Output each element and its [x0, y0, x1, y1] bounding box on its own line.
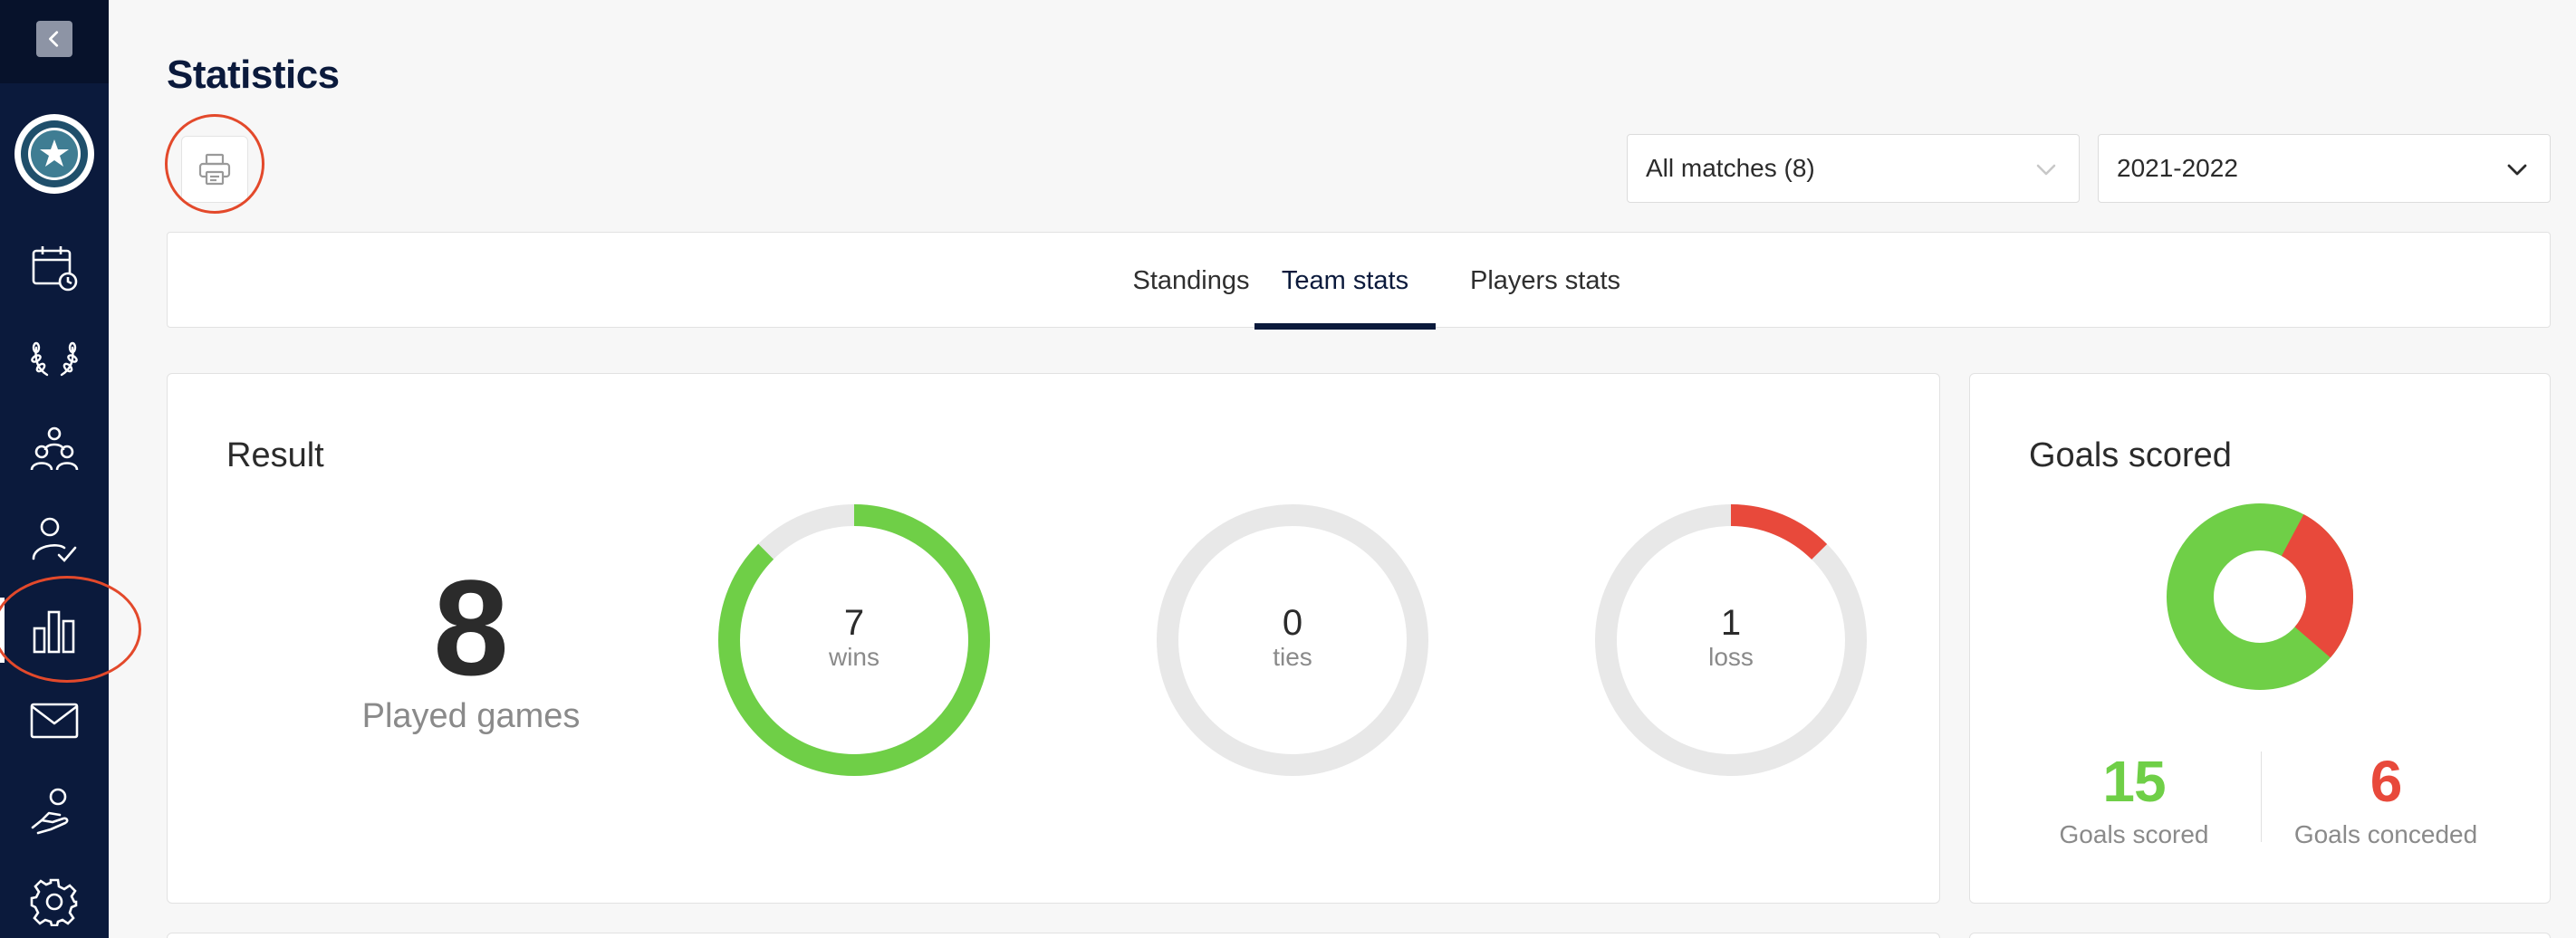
- matches-filter-value: All matches (8): [1646, 154, 1815, 182]
- ties-label: ties: [1273, 643, 1312, 671]
- next-card-stub: [1969, 933, 2551, 938]
- loss-value: 1: [1720, 603, 1742, 643]
- player-check-icon: [32, 517, 77, 562]
- sidebar-item-calendar[interactable]: [0, 228, 109, 308]
- calendar-icon: [32, 246, 78, 292]
- goals-donut-chart: [2167, 503, 2353, 690]
- laurel-icon: [31, 341, 78, 377]
- sidebar-item-statistics[interactable]: [0, 590, 109, 670]
- gear-icon: [30, 878, 78, 926]
- sidebar-item-players[interactable]: [0, 500, 109, 579]
- bar-chart-icon: [33, 610, 75, 654]
- sidebar: [0, 0, 109, 938]
- printer-icon: [198, 153, 231, 186]
- goals-conceded-stat: 6 Goals conceded: [2268, 750, 2504, 849]
- next-card-stub: [167, 933, 1940, 938]
- print-button[interactable]: [181, 136, 248, 203]
- ties-ring: 0 ties: [1154, 502, 1431, 779]
- goals-title: Goals scored: [2029, 436, 2232, 474]
- mail-icon: [30, 703, 79, 739]
- chevron-down-icon: [2507, 164, 2527, 176]
- wins-label: wins: [828, 643, 879, 671]
- team-icon: [30, 426, 79, 471]
- result-title: Result: [226, 436, 324, 474]
- wins-value: 7: [843, 603, 865, 643]
- stats-tabs: Standings Team stats Players stats: [167, 232, 2551, 330]
- season-value: 2021-2022: [2117, 154, 2238, 182]
- sidebar-item-team[interactable]: [0, 409, 109, 489]
- sidebar-item-sponsors[interactable]: [0, 771, 109, 851]
- goals-scored-value: 15: [2102, 749, 2166, 814]
- goals-divider: [2261, 751, 2262, 842]
- season-select[interactable]: 2021-2022: [2098, 134, 2551, 203]
- tab-team-stats[interactable]: Team stats: [1254, 233, 1436, 330]
- loss-ring: 1 loss: [1592, 502, 1870, 779]
- goals-conceded-label: Goals conceded: [2293, 820, 2478, 849]
- sidebar-item-settings[interactable]: [0, 862, 109, 938]
- chevron-left-icon: [49, 31, 59, 47]
- page-title: Statistics: [167, 53, 340, 97]
- collapse-sidebar-button[interactable]: [36, 21, 72, 57]
- goals-scored-stat: 15 Goals scored: [2016, 750, 2252, 849]
- ties-value: 0: [1282, 603, 1303, 643]
- goals-conceded-value: 6: [2369, 749, 2403, 814]
- matches-filter-select[interactable]: All matches (8): [1627, 134, 2080, 203]
- played-games-count: 8: [433, 551, 509, 704]
- hand-heart-icon: [31, 788, 69, 835]
- goals-scored-label: Goals scored: [2059, 820, 2209, 849]
- tab-players-stats[interactable]: Players stats: [1441, 233, 1649, 329]
- sidebar-item-messages[interactable]: [0, 681, 109, 761]
- loss-label: loss: [1708, 643, 1754, 671]
- played-games-label: Played games: [361, 697, 581, 735]
- wins-ring: 7 wins: [716, 502, 993, 779]
- club-crest-icon: [21, 120, 88, 187]
- chevron-down-icon: [2036, 164, 2056, 176]
- sidebar-item-competitions[interactable]: [0, 319, 109, 398]
- club-logo[interactable]: [14, 114, 94, 194]
